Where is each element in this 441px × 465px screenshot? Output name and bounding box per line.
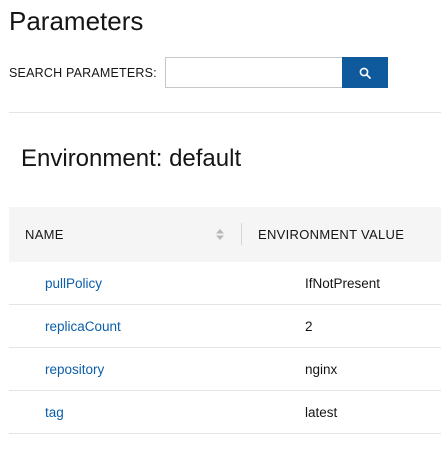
- parameter-name-link[interactable]: tag: [45, 391, 64, 433]
- table-row: repository nginx: [9, 348, 441, 391]
- search-input[interactable]: [164, 57, 342, 88]
- parameter-value: latest: [305, 404, 338, 420]
- parameters-table: NAME ENVIRONMENT VALUE pullPolicy IfNotP…: [9, 207, 441, 434]
- search-icon: [359, 67, 371, 79]
- page-title: Parameters: [9, 6, 144, 36]
- parameter-name-link[interactable]: repository: [45, 348, 104, 390]
- table-row: tag latest: [9, 391, 441, 434]
- column-header-name[interactable]: NAME: [25, 207, 239, 262]
- environment-title: Environment: default: [21, 145, 242, 172]
- table-row: replicaCount 2: [9, 305, 441, 348]
- search-bar: SEARCH PARAMETERS:: [9, 57, 388, 88]
- parameter-value: nginx: [305, 361, 338, 377]
- section-divider: [9, 112, 441, 113]
- sort-icon[interactable]: [215, 228, 225, 241]
- parameter-value: 2: [305, 318, 313, 334]
- table-row: pullPolicy IfNotPresent: [9, 262, 441, 305]
- parameter-value: IfNotPresent: [305, 275, 381, 291]
- search-label: SEARCH PARAMETERS:: [9, 65, 157, 80]
- column-header-environment-value: ENVIRONMENT VALUE: [258, 227, 405, 242]
- parameter-name-link[interactable]: pullPolicy: [45, 262, 102, 304]
- parameter-name-link[interactable]: replicaCount: [45, 305, 121, 347]
- table-header: NAME ENVIRONMENT VALUE: [9, 207, 441, 262]
- search-button[interactable]: [341, 57, 388, 88]
- column-separator: [241, 223, 242, 245]
